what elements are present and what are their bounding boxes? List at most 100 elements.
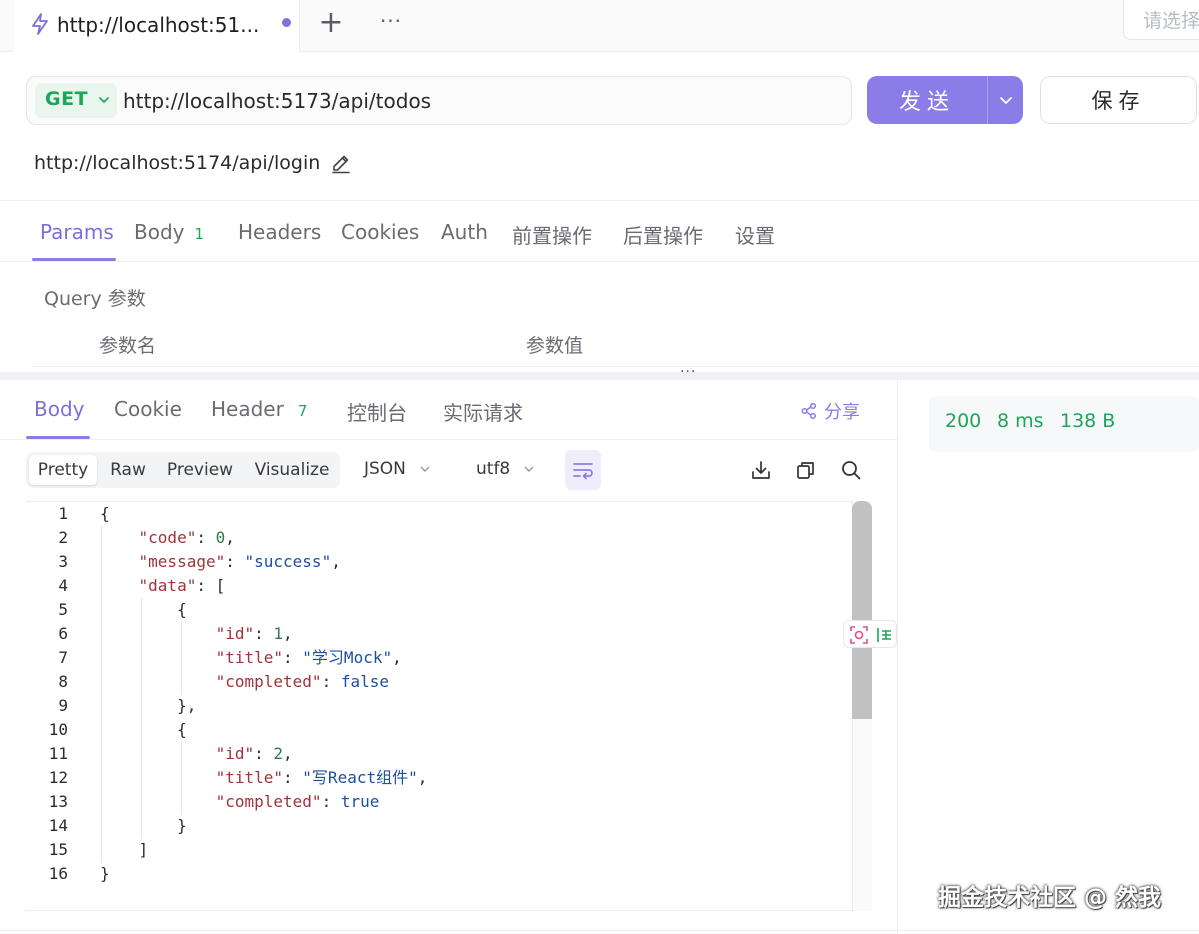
line-number: 5 [58, 600, 68, 619]
code-line: 15 ] [26, 838, 852, 862]
line-number: 6 [58, 624, 68, 643]
tab-pre-script[interactable]: 前置操作 [512, 220, 592, 249]
code-text: "title": "写React组件", [215, 768, 428, 787]
response-tab-actual-request[interactable]: 实际请求 [443, 397, 523, 426]
line-number: 9 [58, 696, 68, 715]
request-tab-title: http://localhost:51... [57, 13, 260, 37]
method-select[interactable]: GET [35, 83, 117, 118]
code-line: 7 "title": "学习Mock", [26, 646, 852, 670]
code-line: 8 "completed": false [26, 670, 852, 694]
code-line: 6 "id": 1, [26, 622, 852, 646]
resize-handle-icon[interactable]: ··· [680, 365, 700, 379]
code-line: 5 { [26, 598, 852, 622]
word-wrap-button[interactable] [565, 450, 601, 490]
response-tab-header-label: Header [211, 397, 284, 421]
code-text: "title": "学习Mock", [215, 648, 402, 667]
request-name[interactable]: http://localhost:5174/api/login [34, 152, 320, 174]
code-line: 12 "title": "写React组件", [26, 766, 852, 790]
view-visualize[interactable]: Visualize [250, 455, 334, 485]
encoding-select[interactable]: utf8 [476, 459, 536, 479]
divider [0, 930, 1199, 931]
url-input[interactable] [123, 77, 843, 124]
response-tab-header-badge: 7 [297, 402, 308, 420]
line-number: 15 [48, 840, 68, 859]
format-type-select[interactable]: JSON [364, 459, 432, 479]
code-line: 10 { [26, 718, 852, 742]
tab-body[interactable]: Body 1 [134, 220, 204, 244]
share-label: 分享 [824, 402, 860, 423]
line-number: 12 [48, 768, 68, 787]
code-line: 11 "id": 2, [26, 742, 852, 766]
tab-body-label: Body [134, 220, 185, 244]
search-icon[interactable] [840, 459, 862, 481]
line-number: 16 [48, 864, 68, 883]
format-type-label: JSON [364, 459, 406, 479]
chevron-down-icon [524, 466, 534, 472]
code-text: }, [100, 696, 197, 715]
watermark: 掘金技术社区 @ 然我 [938, 885, 1162, 911]
more-tabs-button[interactable]: ··· [376, 6, 406, 36]
share-icon [801, 402, 817, 420]
code-text: { [100, 720, 187, 739]
view-preview[interactable]: Preview [160, 455, 240, 485]
tab-settings[interactable]: 设置 [735, 220, 775, 249]
tab-auth[interactable]: Auth [441, 220, 488, 244]
code-text: "completed": true [215, 792, 380, 811]
param-value-header: 参数值 [526, 335, 584, 357]
tab-bar: http://localhost:51... + ··· 请选择 [0, 0, 1199, 52]
assert-icon[interactable] [874, 625, 894, 645]
encoding-label: utf8 [476, 459, 511, 479]
code-text: "id": 1, [215, 624, 293, 643]
view-mode-switch: Pretty Raw Preview Visualize [26, 452, 340, 488]
tab-cookies[interactable]: Cookies [341, 220, 419, 244]
send-button[interactable]: 发送 [867, 76, 987, 124]
status-code: 200 [945, 410, 982, 432]
editor-scrollbar-thumb[interactable] [852, 501, 872, 719]
view-raw[interactable]: Raw [101, 455, 155, 485]
copy-icon[interactable] [795, 459, 817, 481]
line-number: 3 [58, 552, 68, 571]
response-tab-body[interactable]: Body [34, 397, 85, 421]
line-number: 10 [48, 720, 68, 739]
response-body-editor[interactable]: 1{2 "code": 0, 3 "message": "success", 4 "… [26, 501, 873, 911]
code-text: } [100, 864, 110, 883]
environment-placeholder: 请选择 [1143, 10, 1199, 32]
divider [0, 200, 1199, 201]
code-line: 9 }, [26, 694, 852, 718]
request-tab[interactable]: http://localhost:51... [14, 0, 300, 52]
chevron-down-icon [99, 97, 109, 103]
divider [32, 366, 1199, 367]
download-icon[interactable] [750, 459, 772, 481]
send-options-button[interactable] [987, 76, 1023, 124]
divider [0, 261, 1199, 262]
edit-icon[interactable] [330, 152, 352, 174]
chevron-down-icon [420, 466, 430, 472]
unsaved-dot [282, 18, 291, 27]
panel-resizer[interactable] [0, 372, 1199, 380]
save-button[interactable]: 保存 [1040, 76, 1197, 124]
response-tab-cookie[interactable]: Cookie [114, 397, 182, 421]
code-line: 14 } [26, 814, 852, 838]
code-line: 3 "message": "success", [26, 550, 852, 574]
response-time: 8 ms [997, 410, 1044, 432]
response-tab-header[interactable]: Header 7 [211, 397, 307, 421]
environment-select[interactable]: 请选择 [1123, 0, 1199, 40]
line-number: 8 [58, 672, 68, 691]
tab-headers[interactable]: Headers [238, 220, 321, 244]
share-button[interactable]: 分享 [800, 398, 860, 424]
code-text: { [100, 504, 110, 523]
extract-icon[interactable] [849, 625, 869, 645]
line-number: 14 [48, 816, 68, 835]
add-tab-button[interactable]: + [317, 8, 345, 38]
view-pretty[interactable]: Pretty [29, 455, 97, 485]
tab-post-script[interactable]: 后置操作 [623, 220, 703, 249]
tab-params[interactable]: Params [40, 220, 114, 244]
divider [0, 439, 897, 440]
code-line: 4 "data": [ [26, 574, 852, 598]
response-tab-console[interactable]: 控制台 [347, 397, 407, 426]
wrap-lines-icon [573, 463, 593, 480]
code-text: ] [100, 840, 149, 859]
param-name-header: 参数名 [99, 335, 157, 357]
chevron-down-icon [1000, 97, 1012, 104]
line-number: 13 [48, 792, 68, 811]
